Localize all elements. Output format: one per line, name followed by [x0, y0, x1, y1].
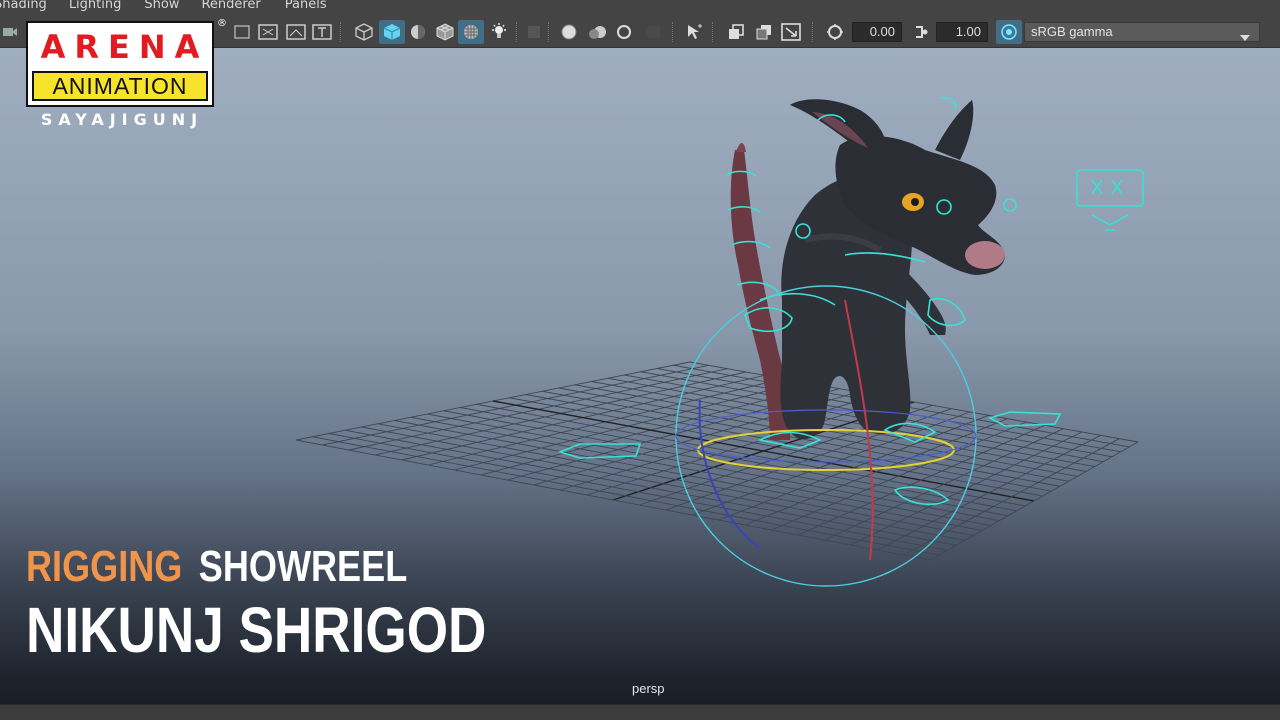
resolution-gate-icon[interactable]	[256, 20, 280, 44]
toolbar-separator	[340, 22, 342, 42]
film-gate-icon[interactable]	[232, 20, 252, 44]
color-space-value: sRGB gamma	[1031, 24, 1113, 39]
view-transform-icon[interactable]	[996, 20, 1022, 44]
menu-shading[interactable]: Shading	[0, 0, 47, 11]
safe-title-icon[interactable]	[310, 20, 334, 44]
artist-name: NIKUNJ SHRIGOD	[26, 594, 487, 666]
depth-of-field-icon[interactable]	[642, 20, 664, 44]
bottom-strip	[0, 704, 1280, 720]
backface-culling-icon[interactable]	[778, 20, 804, 44]
chevron-down-icon	[1239, 29, 1251, 47]
wireframe-icon[interactable]	[352, 20, 376, 44]
field-chart-icon[interactable]	[284, 20, 308, 44]
color-space-dropdown[interactable]: sRGB gamma	[1024, 22, 1260, 42]
grid-line	[345, 429, 957, 546]
logo-location: SAYAJIGUNJ	[40, 110, 204, 129]
toolbar-separator	[812, 22, 814, 42]
toolbar-separator	[712, 22, 714, 42]
arena-animation-logo: ARENA ANIMATION ® SAYAJIGUNJ	[26, 18, 227, 136]
menu-renderer[interactable]: Renderer	[201, 0, 260, 11]
menu-lighting[interactable]: Lighting	[69, 0, 122, 11]
title-rest: SHOWREEL	[198, 542, 408, 591]
camera-label: persp	[632, 681, 665, 696]
grid-line	[427, 413, 1000, 522]
logo-box: ARENA ANIMATION	[26, 21, 214, 107]
exposure-icon[interactable]	[824, 20, 846, 44]
smooth-shade-icon[interactable]	[379, 20, 405, 44]
grid-line	[460, 407, 1017, 512]
xray-components-icon[interactable]	[752, 20, 776, 44]
toolbar-separator	[516, 22, 518, 42]
menu-panels[interactable]: Panels	[285, 0, 327, 11]
grid-line	[361, 426, 965, 541]
logo-brand: ARENA	[40, 28, 209, 66]
menu-show[interactable]: Show	[144, 0, 179, 11]
xray-joints-icon[interactable]	[724, 20, 748, 44]
camera-icon[interactable]	[0, 20, 20, 44]
character-body	[780, 99, 1005, 439]
shadows-icon[interactable]	[524, 20, 544, 44]
xray-icon[interactable]	[458, 20, 484, 44]
logo-sub: ANIMATION	[32, 71, 208, 101]
grid-line	[312, 436, 939, 556]
toolbar-separator	[672, 22, 674, 42]
registered-mark: ®	[217, 18, 227, 29]
title-accent: RIGGING	[26, 542, 183, 591]
panel-menu-bar: Shading Lighting Show Renderer Panels	[0, 0, 1280, 14]
screen-space-ao-icon[interactable]	[558, 20, 580, 44]
maya-viewport[interactable]: Shading Lighting Show Renderer Panels	[0, 0, 1280, 720]
motion-blur-icon[interactable]	[586, 20, 610, 44]
exposure-field[interactable]: 0.00	[852, 22, 902, 42]
showreel-title: RIGGING SHOWREEL	[26, 542, 407, 594]
wireframe-on-shaded-icon[interactable]	[433, 20, 457, 44]
isolate-select-icon[interactable]	[682, 20, 706, 44]
default-material-icon[interactable]	[407, 20, 429, 44]
gamma-field[interactable]: 1.00	[936, 22, 988, 42]
anti-aliasing-icon[interactable]	[613, 20, 635, 44]
toolbar-separator	[548, 22, 550, 42]
lights-icon[interactable]	[488, 20, 510, 44]
gamma-icon[interactable]	[910, 20, 932, 44]
